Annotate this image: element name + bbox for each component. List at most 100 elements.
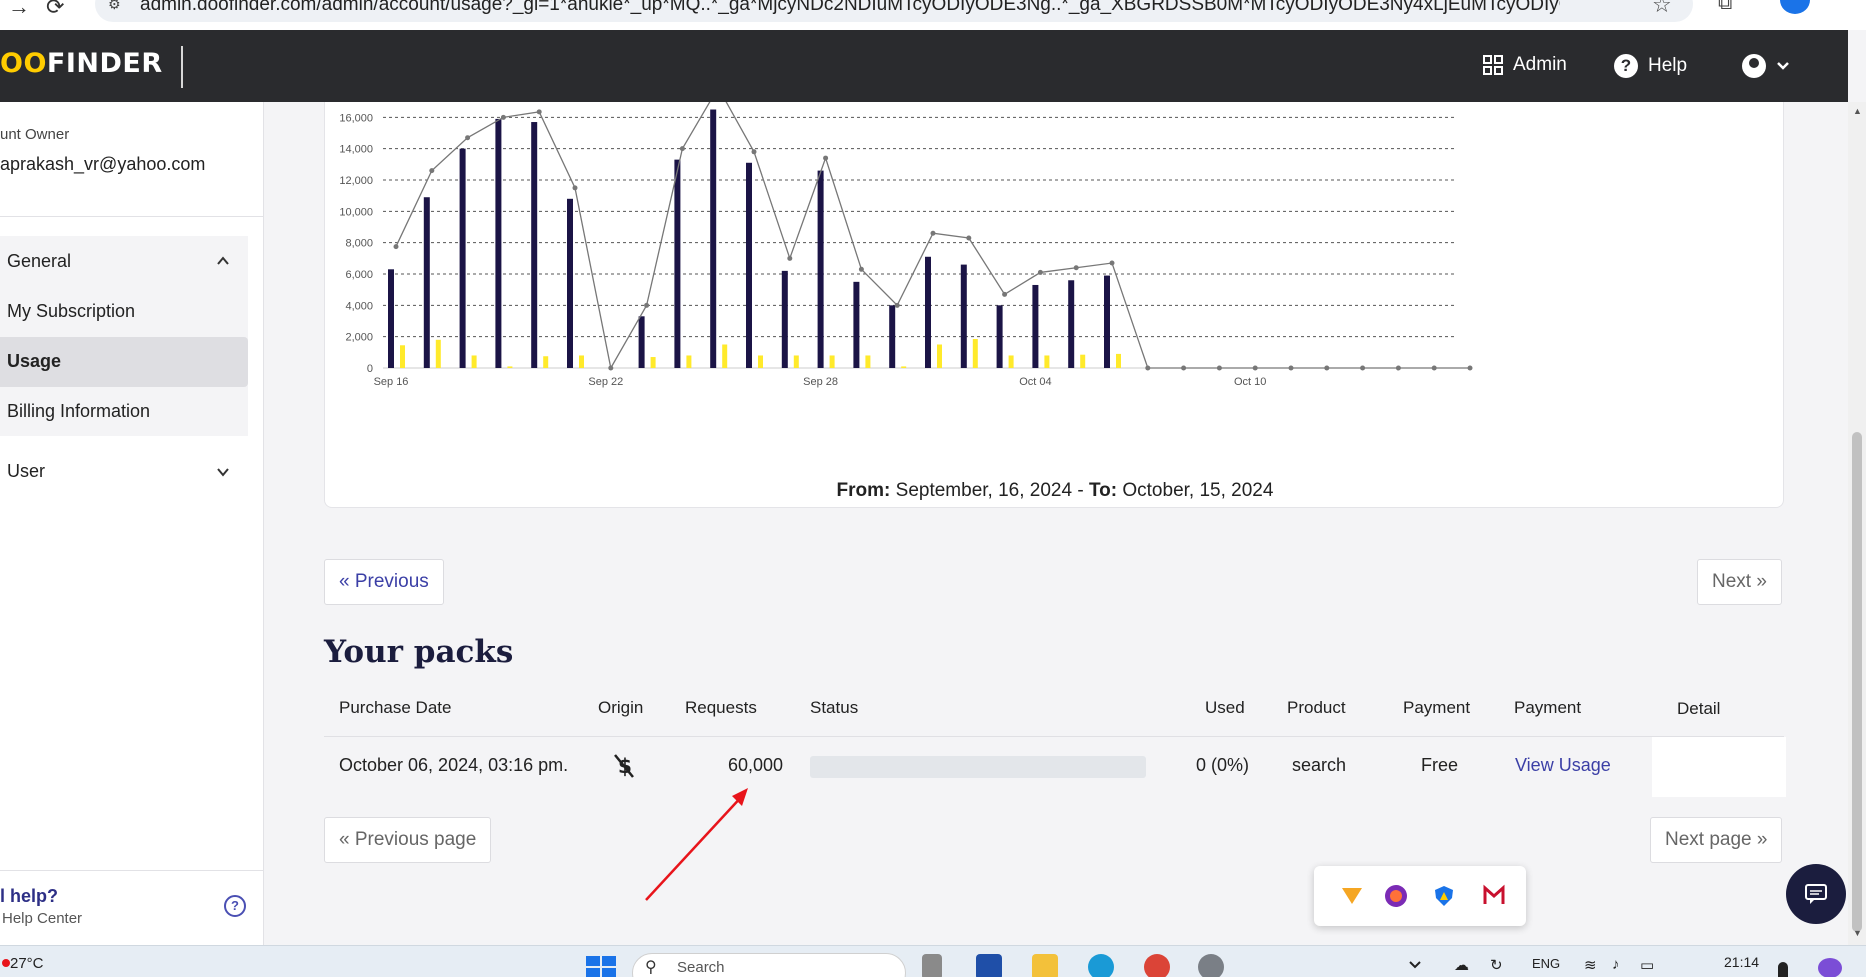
chevron-down-icon[interactable] [1408, 960, 1422, 970]
admin-label: Admin [1513, 54, 1567, 75]
user-menu[interactable] [1742, 54, 1790, 78]
view-usage-link[interactable]: View Usage [1515, 755, 1611, 776]
file-explorer-icon[interactable] [1032, 954, 1058, 977]
extension-tray [1314, 866, 1526, 926]
windows-start-icon[interactable] [586, 956, 616, 977]
header-divider [181, 46, 183, 88]
mcafee-icon[interactable] [1482, 884, 1506, 908]
bar-requests [567, 198, 573, 368]
sync-icon[interactable]: ↻ [1490, 956, 1503, 974]
task-view-icon[interactable] [922, 954, 942, 977]
date-range: From: September, 16, 2024 - To: October,… [325, 480, 1785, 502]
chat-button[interactable] [1786, 864, 1846, 924]
volume-icon[interactable]: ♪ [1612, 956, 1620, 973]
bar-secondary [400, 345, 405, 368]
bar-secondary [507, 366, 513, 368]
line-point [1181, 365, 1187, 371]
sidebar-item-usage[interactable]: Usage [7, 351, 61, 372]
account-owner-label: unt Owner [0, 126, 70, 143]
chrome-browser-icon[interactable] [1144, 954, 1170, 977]
bar-requests [996, 305, 1003, 368]
doofinder-logo[interactable]: OOFINDER [0, 48, 163, 79]
line-point [1109, 260, 1115, 266]
battery-icon[interactable]: ▭ [1640, 956, 1654, 974]
sidebar-item-my-subscription[interactable]: My Subscription [7, 301, 135, 322]
edge-browser-icon[interactable] [1088, 954, 1114, 977]
site-settings-icon[interactable]: ⚙ [108, 0, 121, 13]
bar-secondary [937, 344, 942, 368]
url-text[interactable]: admin.doofinder.com/admin/account/usage?… [140, 0, 1560, 16]
bar-requests [531, 122, 538, 369]
taskbar-search[interactable]: ⚲ Search [632, 953, 906, 977]
line-point [1252, 365, 1258, 371]
column-payment: Payment [1403, 698, 1471, 717]
sidebar-section-user[interactable]: User [7, 461, 45, 482]
profile-avatar[interactable] [1780, 0, 1810, 14]
line-point [966, 235, 972, 241]
previous-button[interactable]: « Previous [324, 559, 444, 605]
question-icon[interactable]: ? [224, 895, 246, 917]
app-header: OOFINDER Admin ? Help [0, 30, 1848, 102]
cloud-icon[interactable]: ☁ [1454, 956, 1469, 974]
bar-secondary [1044, 355, 1050, 368]
line-point [894, 302, 900, 308]
scroll-down-icon[interactable]: ▼ [1853, 928, 1862, 938]
extensions-icon[interactable]: ⧉ [1718, 0, 1732, 15]
x-tick-label: Sep 16 [374, 376, 409, 388]
product-cell: search [1292, 755, 1347, 775]
next-page-button[interactable]: Next page » [1650, 817, 1783, 863]
line-point [1216, 365, 1222, 371]
line-point [1395, 365, 1401, 371]
admin-menu[interactable]: Admin [1483, 54, 1567, 76]
previous-page-button[interactable]: « Previous page [324, 817, 492, 863]
line-point [1288, 365, 1294, 371]
security-shield-icon[interactable] [1432, 884, 1456, 908]
y-tick-label: 12,000 [339, 175, 373, 187]
copilot-icon[interactable] [1818, 958, 1842, 977]
scroll-up-icon[interactable]: ▲ [1853, 106, 1862, 116]
language-indicator[interactable]: ENG [1532, 956, 1560, 971]
bar-secondary [435, 339, 441, 368]
to-label: To: [1088, 480, 1118, 501]
column-used: Used [1205, 698, 1245, 717]
page-scrollbar[interactable]: ▲ ▼ [1848, 102, 1866, 945]
x-tick-label: Sep 28 [803, 376, 838, 388]
line-point [1467, 365, 1473, 371]
bookmark-star-icon[interactable]: ☆ [1652, 0, 1672, 18]
photos-app-icon[interactable] [976, 954, 1002, 977]
help-menu[interactable]: ? Help [1614, 54, 1687, 78]
line-point [1431, 365, 1437, 371]
reload-icon[interactable]: ⟳ [46, 0, 64, 18]
need-help-link[interactable]: l help? [0, 886, 58, 907]
vpn-shield-icon[interactable] [1340, 884, 1364, 908]
help-center-link[interactable]: Help Center [2, 910, 82, 927]
notification-bell-icon[interactable] [1778, 962, 1788, 977]
firefox-icon[interactable] [1384, 884, 1408, 908]
bar-requests [960, 264, 967, 368]
table-header-divider [324, 736, 1784, 737]
bar-secondary [1080, 354, 1086, 368]
weather-temp[interactable]: 27°C [10, 955, 44, 972]
chevron-down-icon[interactable] [216, 465, 230, 479]
settings-gear-icon[interactable] [1198, 954, 1224, 977]
line-point [608, 365, 614, 371]
line-point [536, 109, 542, 115]
bar-requests [423, 197, 430, 368]
sidebar-section-general[interactable]: General [7, 251, 71, 272]
chevron-up-icon[interactable] [216, 254, 230, 268]
clock-time[interactable]: 21:14 [1724, 954, 1759, 970]
sidebar-divider-bottom [0, 870, 263, 871]
forward-icon[interactable]: → [8, 0, 30, 18]
bar-requests [781, 270, 788, 368]
scroll-thumb[interactable] [1852, 432, 1862, 932]
sidebar-item-billing-information[interactable]: Billing Information [7, 401, 150, 422]
wifi-icon[interactable]: ≋ [1584, 956, 1597, 974]
bar-requests [495, 118, 502, 369]
next-button[interactable]: Next » [1697, 559, 1782, 605]
bar-requests [1032, 284, 1039, 368]
y-tick-label: 10,000 [339, 206, 373, 218]
line-point [679, 146, 685, 152]
your-packs-title: Your packs [324, 634, 514, 670]
bar-secondary [579, 355, 584, 368]
annotation-arrow [645, 788, 748, 901]
